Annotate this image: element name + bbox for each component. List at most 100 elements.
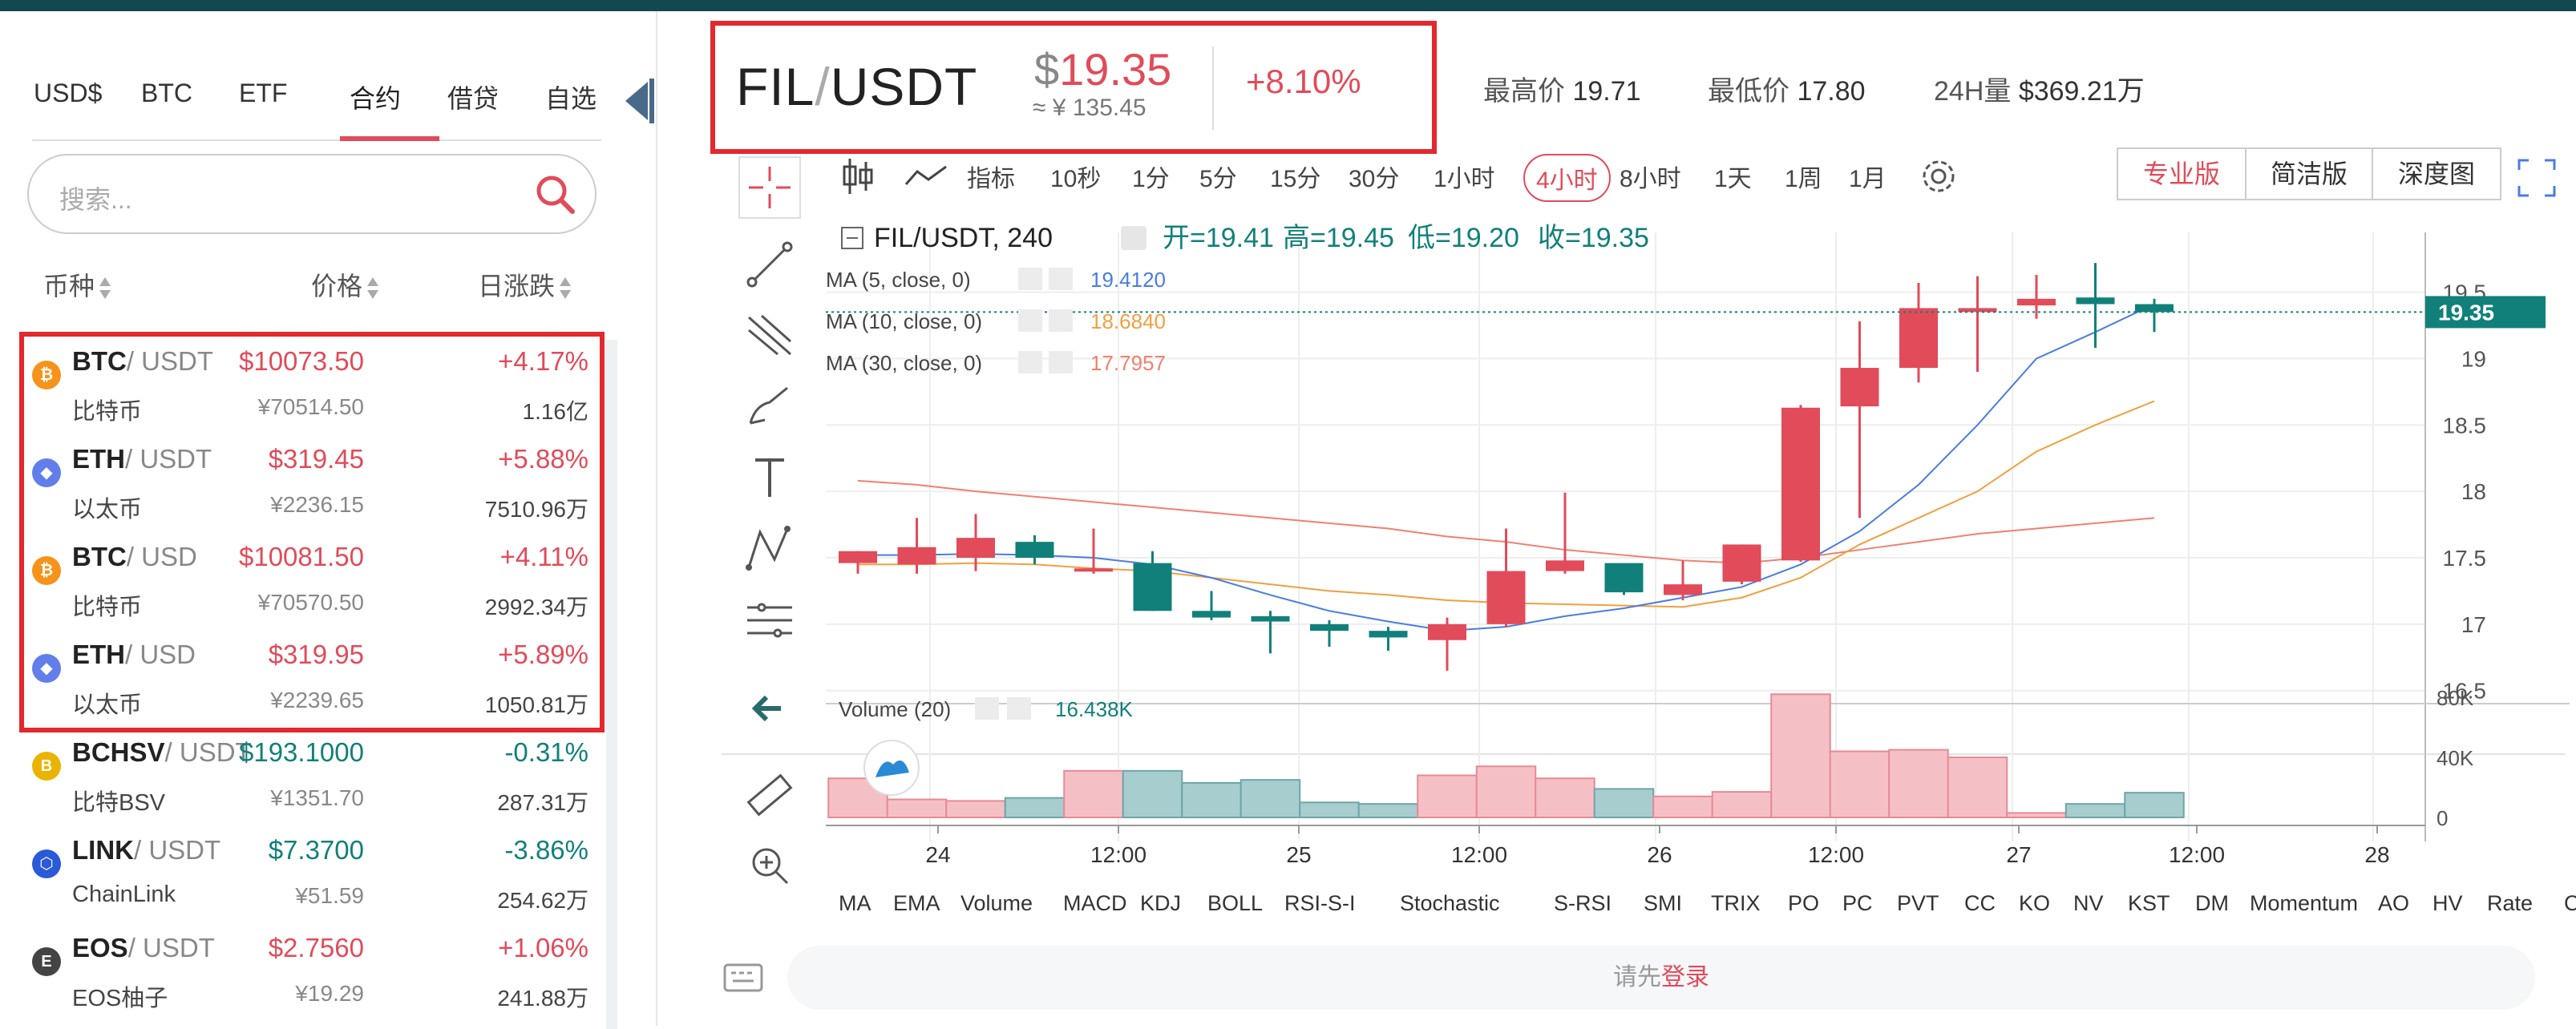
indicator-tab[interactable]: PC bbox=[1842, 891, 1873, 916]
candle-body[interactable] bbox=[1486, 571, 1526, 624]
indicator-tab[interactable]: PO bbox=[1788, 891, 1819, 916]
collapse-panel-icon[interactable] bbox=[619, 75, 656, 127]
candle-body[interactable] bbox=[1015, 542, 1054, 558]
indicator-tab[interactable]: KDJ bbox=[1140, 891, 1181, 916]
legend-settings-icon[interactable] bbox=[1121, 226, 1146, 250]
tab-contract[interactable]: 合约 bbox=[350, 79, 401, 115]
indicator-tab[interactable]: PVT bbox=[1897, 891, 1939, 916]
indicator-tab[interactable]: MACD bbox=[1063, 891, 1127, 916]
ruler-tool-icon[interactable] bbox=[738, 763, 802, 827]
indicator-tab[interactable]: Momentum bbox=[2250, 891, 2358, 916]
market-row[interactable]: ◆ ETH/ USD 以太币 $319.95 ¥2239.65 +5.89% 1050.81… bbox=[27, 628, 588, 726]
indicator-tab[interactable]: Stochastic bbox=[1400, 891, 1500, 916]
candle-body[interactable] bbox=[1133, 563, 1172, 611]
indicator-tab[interactable]: Rate bbox=[2487, 891, 2533, 916]
legend-settings-icon[interactable] bbox=[975, 697, 999, 720]
tab-lending[interactable]: 借贷 bbox=[447, 79, 499, 115]
text-tool-icon[interactable] bbox=[738, 446, 802, 510]
back-arrow-icon[interactable] bbox=[738, 676, 802, 740]
candle-body[interactable] bbox=[1546, 560, 1584, 571]
trendline-tool-icon[interactable] bbox=[738, 232, 802, 297]
keyboard-icon[interactable] bbox=[722, 958, 766, 997]
indicator-tab[interactable]: SMI bbox=[1644, 891, 1682, 916]
indicator-tab[interactable]: BOLL bbox=[1207, 891, 1263, 916]
candle-body[interactable] bbox=[2076, 297, 2115, 305]
measure-tool-icon[interactable] bbox=[738, 588, 802, 652]
candle-body[interactable] bbox=[2017, 298, 2056, 306]
scrollbar[interactable] bbox=[606, 340, 617, 1029]
legend-close-icon[interactable] bbox=[1007, 697, 1031, 720]
candle-body[interactable] bbox=[1840, 368, 1879, 407]
interval-button[interactable]: 1小时 bbox=[1434, 159, 1495, 194]
indicator-tab[interactable]: AO bbox=[2378, 891, 2409, 916]
indicator-tab[interactable]: EMA bbox=[893, 891, 940, 916]
indicator-tab[interactable]: KST bbox=[2128, 891, 2170, 916]
interval-button[interactable]: 1周 bbox=[1785, 159, 1822, 194]
interval-button[interactable]: 15分 bbox=[1270, 159, 1320, 194]
interval-button[interactable]: 4小时 bbox=[1523, 154, 1611, 202]
pattern-tool-icon[interactable] bbox=[738, 518, 802, 582]
tab-usd[interactable]: USD$ bbox=[34, 79, 102, 108]
view-depth[interactable]: 深度图 bbox=[2372, 147, 2501, 200]
candle-body[interactable] bbox=[1428, 623, 1466, 640]
indicator-tab[interactable]: NV bbox=[2073, 891, 2104, 916]
market-row[interactable]: E EOS/ USDT EOS柚子 $2.7560 ¥19.29 +1.06% 241.88… bbox=[27, 922, 588, 1019]
indicator-tab[interactable]: MA bbox=[839, 891, 871, 916]
search-icon[interactable] bbox=[531, 170, 579, 218]
col-coin[interactable]: 币种 bbox=[43, 266, 111, 303]
interval-button[interactable]: 5分 bbox=[1199, 159, 1237, 194]
settings-gear-icon[interactable] bbox=[1918, 155, 1959, 197]
legend-close-icon[interactable] bbox=[1049, 309, 1073, 332]
interval-button[interactable]: 1分 bbox=[1132, 159, 1170, 194]
market-row[interactable]: ⬡ LINK/ USDT ChainLink $7.3700 ¥51.59 -3.86% 2… bbox=[27, 824, 588, 922]
market-row[interactable]: B BCHSV/ USDT 比特BSV $193.1000 ¥1351.70 -0.31%… bbox=[27, 726, 588, 824]
candle-body[interactable] bbox=[1251, 615, 1290, 622]
search-box[interactable]: 搜索... bbox=[27, 154, 596, 234]
indicators-button[interactable]: 指标 bbox=[967, 159, 1015, 194]
candle-body[interactable] bbox=[1604, 563, 1644, 593]
tab-etf[interactable]: ETF bbox=[239, 79, 287, 108]
candle-body[interactable] bbox=[1899, 308, 1938, 369]
indicator-tab[interactable]: Volume bbox=[960, 891, 1033, 916]
interval-button[interactable]: 30分 bbox=[1349, 159, 1399, 194]
legend-settings-icon[interactable] bbox=[1018, 309, 1042, 332]
market-row[interactable]: ₿ BTC/ USD 比特币 $10081.50 ¥70570.50 +4.11% 2992… bbox=[27, 531, 588, 628]
indicator-tab[interactable]: DM bbox=[2195, 891, 2229, 916]
col-price[interactable]: 价格 bbox=[311, 266, 379, 303]
col-change[interactable]: 日涨跌 bbox=[478, 266, 572, 303]
interval-button[interactable]: 10秒 bbox=[1050, 159, 1101, 194]
indicator-tab[interactable]: KO bbox=[2019, 891, 2050, 916]
market-row[interactable]: ◆ ETH/ USDT 以太币 $319.45 ¥2236.15 +5.88% 7510.9… bbox=[27, 433, 588, 531]
fullscreen-icon[interactable] bbox=[2516, 157, 2558, 199]
indicator-tab[interactable]: HV bbox=[2432, 891, 2463, 916]
tab-favorites[interactable]: 自选 bbox=[545, 79, 596, 115]
interval-button[interactable]: 1月 bbox=[1849, 159, 1887, 194]
price-chart[interactable]: 16.51717.51818.51919.519.35FIL/USDT, 240… bbox=[826, 216, 2576, 954]
interval-button[interactable]: 8小时 bbox=[1620, 159, 1681, 194]
login-prompt[interactable]: 请先登录 bbox=[787, 946, 2535, 1010]
legend-settings-icon[interactable] bbox=[1018, 268, 1042, 290]
fib-tool-icon[interactable] bbox=[738, 301, 802, 365]
tab-btc[interactable]: BTC bbox=[141, 79, 192, 108]
indicator-tab[interactable]: TRIX bbox=[1711, 891, 1761, 916]
view-pro[interactable]: 专业版 bbox=[2117, 147, 2246, 200]
candle-body[interactable] bbox=[1310, 623, 1349, 632]
candle-body[interactable] bbox=[1074, 568, 1113, 572]
candle-body[interactable] bbox=[956, 538, 995, 558]
login-link[interactable]: 登录 bbox=[1661, 964, 1709, 991]
crosshair-tool-icon[interactable] bbox=[738, 155, 802, 220]
brush-tool-icon[interactable] bbox=[738, 373, 802, 438]
candle-body[interactable] bbox=[1781, 407, 1820, 561]
zoom-in-icon[interactable] bbox=[738, 833, 802, 898]
candle-body[interactable] bbox=[1369, 631, 1408, 638]
market-row[interactable]: ₿ BTC/ USDT 比特币 $10073.50 ¥70514.50 +4.17% 1.1… bbox=[27, 335, 588, 433]
legend-settings-icon[interactable] bbox=[1018, 351, 1042, 373]
interval-button[interactable]: 1天 bbox=[1714, 159, 1752, 194]
candle-body[interactable] bbox=[2135, 304, 2174, 313]
indicator-tab[interactable]: RSI-S-I bbox=[1284, 891, 1356, 916]
view-simple[interactable]: 简洁版 bbox=[2245, 147, 2373, 200]
candle-body[interactable] bbox=[897, 547, 936, 565]
indicator-tab[interactable]: CCI bbox=[2564, 891, 2576, 916]
legend-close-icon[interactable] bbox=[1049, 351, 1073, 373]
candle-body[interactable] bbox=[1192, 611, 1231, 618]
